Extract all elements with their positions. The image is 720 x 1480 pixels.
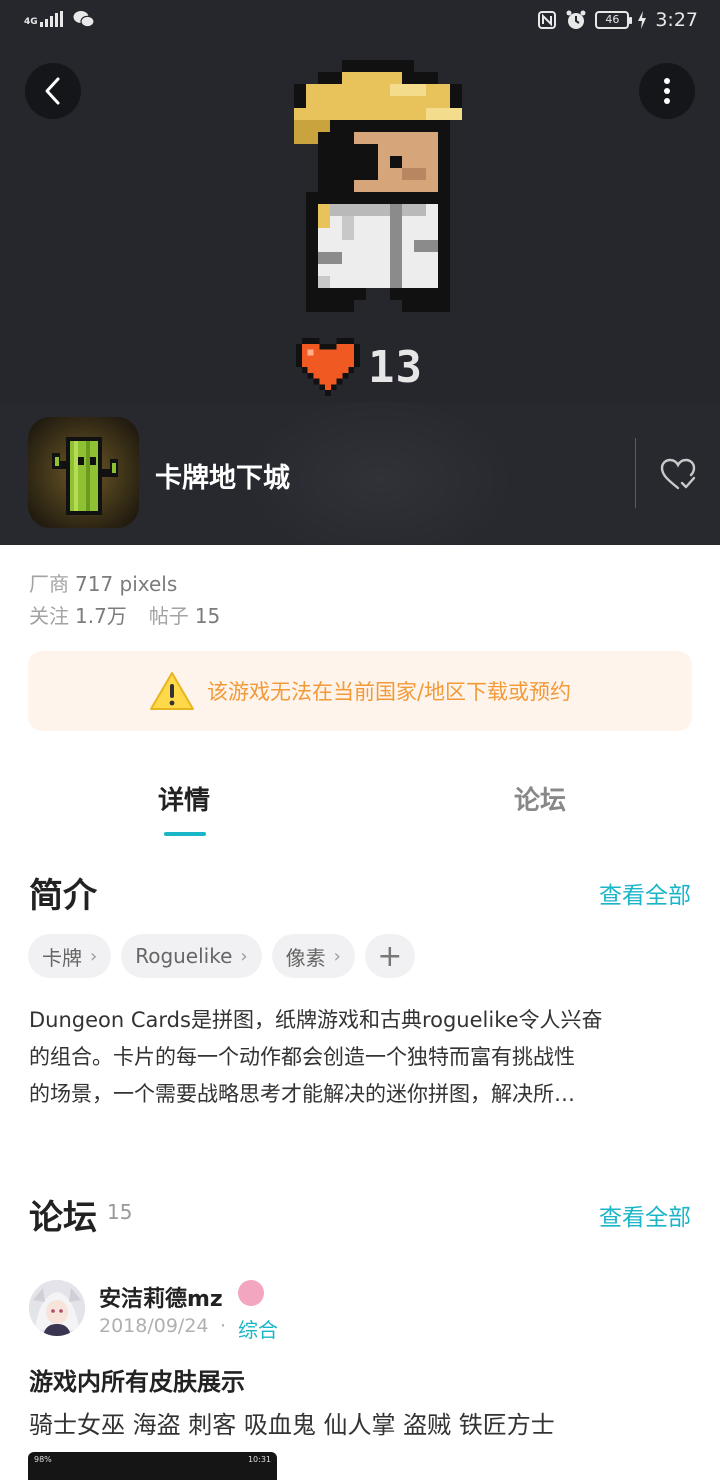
tag-label: Roguelike: [135, 944, 233, 968]
back-arrow-icon: [45, 77, 60, 105]
status-right: 46 3:27: [537, 9, 698, 31]
posts-value: 15: [194, 604, 221, 628]
tab-active-indicator: [164, 832, 206, 836]
like-counter[interactable]: 13: [296, 338, 423, 396]
header-divider: [635, 438, 636, 508]
clock: 3:27: [655, 9, 698, 31]
add-tag-button[interactable]: +: [364, 934, 415, 978]
vendor-label: 厂商: [29, 572, 69, 596]
game-meta: 厂商 717 pixels 关注 1.7万 帖子 15: [29, 568, 220, 632]
vendor-row: 厂商 717 pixels: [29, 568, 220, 600]
network-type: 4G: [24, 17, 38, 27]
chevron-right-icon: ›: [240, 945, 248, 967]
more-options-button[interactable]: [639, 63, 695, 119]
tab-forum[interactable]: 论坛: [514, 780, 566, 817]
vendor-value[interactable]: 717 pixels: [75, 572, 177, 596]
post-title[interactable]: 游戏内所有皮肤展示: [29, 1362, 245, 1397]
app-title: 卡牌地下城: [155, 463, 290, 494]
status-bar: 4G 46 3:27: [0, 0, 720, 44]
battery-icon: 46: [595, 11, 633, 29]
meta-separator: ·: [220, 1315, 227, 1337]
follow-heart-icon[interactable]: [658, 455, 698, 495]
like-count: 13: [368, 341, 423, 393]
intro-title: 简介: [29, 876, 97, 916]
game-hero-header: 4G 46 3:27 13 卡牌地下城: [0, 0, 720, 545]
cactus-icon: [28, 417, 139, 528]
user-badge-icon: [238, 1280, 264, 1306]
follow-label: 关注: [29, 604, 69, 628]
alarm-icon: [566, 10, 586, 29]
forum-post-count: 15: [107, 1200, 133, 1224]
tag-label: 卡牌: [42, 945, 82, 970]
post-excerpt[interactable]: 骑士女巫 海盗 刺客 吸血鬼 仙人掌 盗贼 铁匠方士: [29, 1405, 555, 1440]
notice-text: 该游戏无法在当前国家/地区下载或预约: [206, 680, 572, 704]
nfc-icon: [538, 11, 557, 29]
plus-icon: +: [377, 938, 403, 974]
charging-icon: [638, 11, 647, 29]
warning-icon: [149, 672, 194, 710]
follow-value: 1.7万: [75, 604, 127, 628]
content-tabs: 详情 论坛: [0, 780, 720, 840]
chevron-right-icon: ›: [333, 945, 341, 967]
chevron-right-icon: ›: [90, 945, 98, 967]
post-image-thumbnail[interactable]: 98% 10:31: [28, 1452, 277, 1480]
thumb-battery: 98%: [34, 1455, 52, 1464]
description-line: 的场景，一个需要战略思考才能解决的迷你拼图，解决所…: [29, 1082, 575, 1106]
status-left: 4G: [24, 10, 95, 28]
tag-list: 卡牌 › Roguelike › 像素 › +: [28, 934, 415, 978]
forum-see-all-link[interactable]: 查看全部: [599, 1198, 691, 1232]
forum-title: 论坛: [29, 1198, 97, 1238]
app-icon: [28, 417, 139, 528]
intro-description[interactable]: Dungeon Cards是拼图，纸牌游戏和古典roguelike令人兴奋 的组…: [29, 1002, 693, 1113]
avatar[interactable]: [29, 1280, 85, 1336]
post-date: 2018/09/24: [99, 1315, 209, 1337]
intro-see-all-link[interactable]: 查看全部: [599, 876, 691, 910]
thumb-time: 10:31: [247, 1455, 271, 1464]
more-vertical-icon: [664, 78, 670, 104]
signal-icon: 4G: [24, 11, 63, 27]
tag-pixel[interactable]: 像素 ›: [271, 934, 355, 978]
post-category[interactable]: 综合: [238, 1314, 278, 1343]
heart-icon: [296, 338, 360, 396]
stats-row: 关注 1.7万 帖子 15: [29, 600, 220, 632]
posts-label: 帖子: [148, 604, 189, 628]
description-line: 的组合。卡片的每一个动作都会创造一个独特而富有挑战性: [29, 1045, 575, 1069]
tag-card[interactable]: 卡牌 ›: [28, 934, 112, 978]
tab-detail[interactable]: 详情: [158, 780, 210, 817]
description-line: Dungeon Cards是拼图，纸牌游戏和古典roguelike令人兴奋: [29, 1008, 603, 1032]
region-notice: 该游戏无法在当前国家/地区下载或预约: [28, 651, 692, 731]
user-avatar-art: [29, 1280, 85, 1336]
post-author[interactable]: 安洁莉德mz: [99, 1281, 223, 1313]
game-character-art: [294, 60, 462, 312]
tag-roguelike[interactable]: Roguelike ›: [121, 934, 262, 978]
wechat-icon: [73, 11, 95, 28]
tag-label: 像素: [285, 945, 326, 970]
back-button[interactable]: [25, 63, 81, 119]
